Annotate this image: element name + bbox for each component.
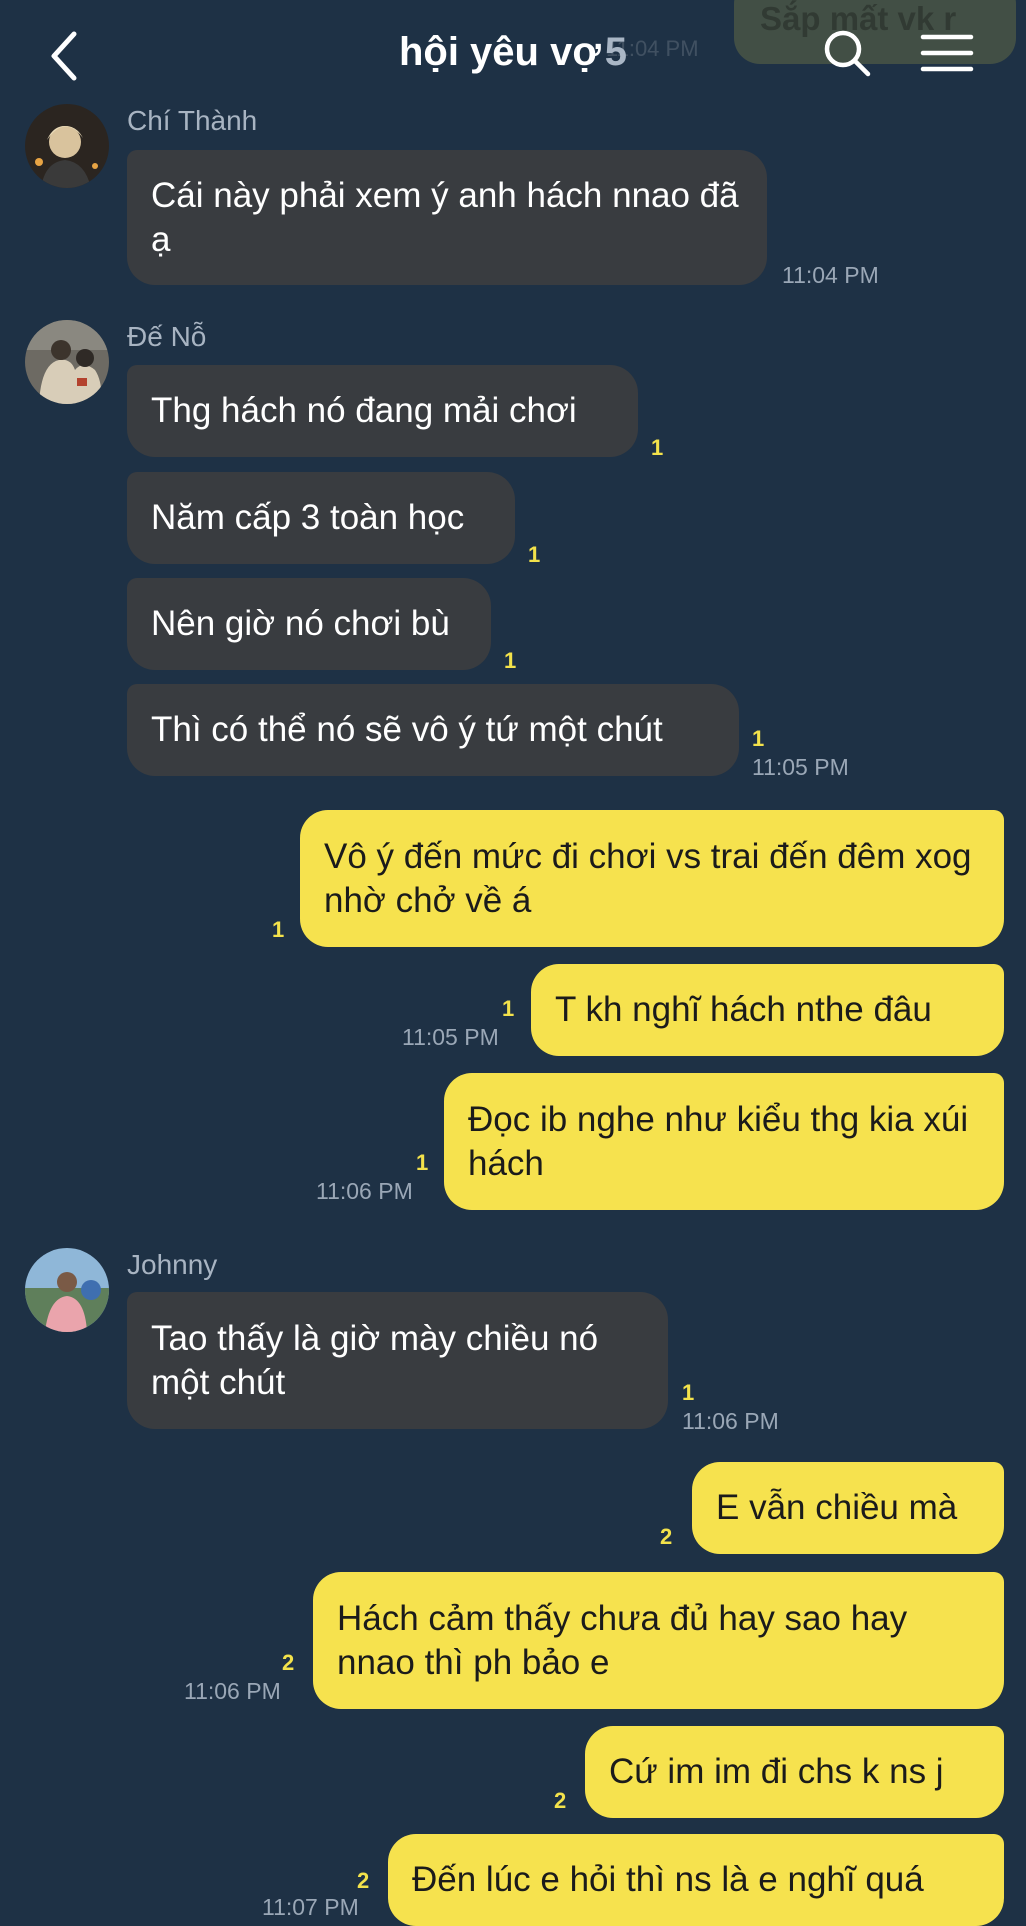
message-text: Hách cảm thấy chưa đủ hay sao hay nnao t… — [337, 1598, 908, 1682]
avatar-johnny[interactable] — [25, 1248, 109, 1332]
message-time: 11:06 PM — [184, 1678, 281, 1704]
unread-count: 2 — [554, 1788, 567, 1813]
unread-count: 1 — [528, 542, 541, 567]
avatar-chi-thanh[interactable] — [25, 104, 109, 188]
message-text: Năm cấp 3 toàn học — [151, 498, 465, 537]
message-text: T kh nghĩ hách nthe đâu — [555, 990, 932, 1029]
unread-count: 1 — [682, 1380, 695, 1405]
message-bubble[interactable]: Đến lúc e hỏi thì ns là e nghĩ quá — [388, 1834, 1004, 1926]
unread-count: 1 — [651, 435, 664, 460]
unread-count: 1 — [272, 917, 285, 942]
unread-count: 2 — [660, 1524, 673, 1549]
sender-name: Johnny — [127, 1249, 218, 1280]
message-time: 11:05 PM — [402, 1024, 499, 1050]
message-bubble[interactable]: Cứ im im đi chs k ns j — [585, 1726, 1004, 1818]
message-bubble[interactable]: Nên giờ nó chơi bù — [127, 578, 491, 670]
message-text: Thg hách nó đang mải chơi — [151, 391, 577, 430]
unread-count: 1 — [504, 648, 517, 673]
message-text: E vẫn chiều mà — [716, 1488, 958, 1527]
unread-count: 1 — [502, 996, 515, 1021]
message-bubble[interactable]: Hách cảm thấy chưa đủ hay sao hay nnao t… — [313, 1572, 1004, 1709]
message-text: Nên giờ nó chơi bù — [151, 604, 450, 643]
sender-name: Đế Nỗ — [127, 321, 207, 352]
message-time: 11:05 PM — [752, 754, 849, 780]
unread-count: 1 — [416, 1150, 429, 1175]
message-text: Tao thấy là giờ mày chiều nó một chút — [151, 1318, 599, 1402]
message-text: Đọc ib nghe như kiểu thg kia xúi hách — [468, 1099, 969, 1183]
message-text: Vô ý đến mức đi chơi vs trai đến đêm xog… — [324, 836, 972, 920]
unread-count: 2 — [357, 1868, 370, 1893]
message-bubble[interactable]: T kh nghĩ hách nthe đâu — [531, 964, 1004, 1056]
message-bubble[interactable]: Tao thấy là giờ mày chiều nó một chút — [127, 1292, 668, 1429]
message-time: 11:07 PM — [262, 1894, 359, 1920]
message-bubble[interactable]: Vô ý đến mức đi chơi vs trai đến đêm xog… — [300, 810, 1004, 947]
message-text: Cứ im im đi chs k ns j — [609, 1752, 944, 1791]
unread-count: 2 — [282, 1650, 295, 1675]
message-bubble[interactable]: Thì có thể nó sẽ vô ý tứ một chút — [127, 684, 739, 776]
chat-title-text: hội yêu vợ — [398, 30, 601, 74]
chat-title: hội yêu vợ 5 — [0, 30, 1026, 75]
search-icon — [824, 30, 871, 77]
menu-button[interactable] — [920, 32, 974, 74]
unread-count: 1 — [752, 726, 765, 751]
search-button[interactable] — [822, 28, 872, 78]
avatar-de-no-image — [25, 320, 109, 404]
message-bubble[interactable]: Cái này phải xem ý anh hách nnao đã ạ — [127, 150, 767, 285]
message-time: 11:06 PM — [682, 1408, 779, 1434]
menu-icon — [920, 34, 974, 72]
avatar-de-no[interactable] — [25, 320, 109, 404]
avatar-chi-thanh-image — [25, 104, 109, 188]
message-time: 11:06 PM — [316, 1178, 413, 1204]
message-text: Đến lúc e hỏi thì ns là e nghĩ quá — [412, 1860, 924, 1899]
message-bubble[interactable]: E vẫn chiều mà — [692, 1462, 1004, 1554]
avatar-johnny-image — [25, 1248, 109, 1332]
message-text: Thì có thể nó sẽ vô ý tứ một chút — [151, 710, 663, 749]
message-bubble[interactable]: Năm cấp 3 toàn học — [127, 472, 515, 564]
sender-name: Chí Thành — [127, 105, 258, 136]
message-time: 11:04 PM — [782, 262, 879, 288]
member-count: 5 — [604, 30, 628, 74]
message-text: Cái này phải xem ý anh hách nnao đã ạ — [151, 175, 739, 259]
message-bubble[interactable]: Thg hách nó đang mải chơi — [127, 365, 638, 457]
message-bubble[interactable]: Đọc ib nghe như kiểu thg kia xúi hách — [444, 1073, 1004, 1210]
